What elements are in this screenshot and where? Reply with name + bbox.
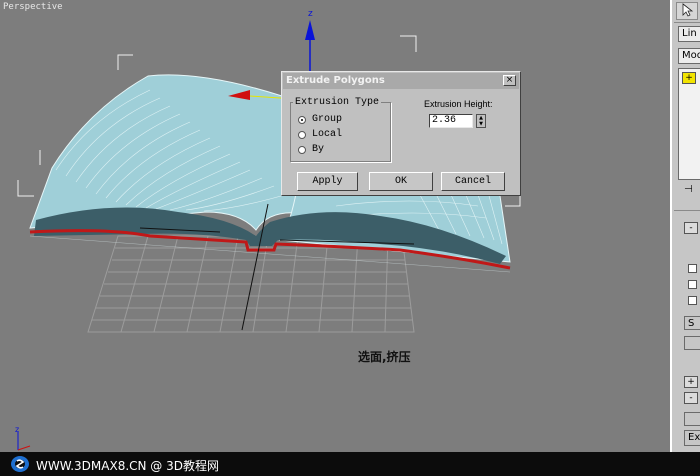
object-name-field[interactable]: Lin: [678, 26, 700, 42]
extrude-polygons-dialog: Extrude Polygons × Extrusion Type Group …: [281, 71, 521, 196]
viewport-label[interactable]: Perspective: [3, 2, 63, 12]
close-icon[interactable]: ×: [503, 75, 516, 86]
modifier-list-dropdown[interactable]: Mod: [678, 48, 700, 64]
dialog-title-bar[interactable]: Extrude Polygons ×: [283, 73, 519, 89]
rollout-minus-icon[interactable]: -: [684, 222, 698, 234]
radio-by-option[interactable]: By: [298, 144, 325, 155]
radio-selected-icon[interactable]: [298, 116, 306, 124]
stack-plus-icon[interactable]: +: [682, 72, 696, 84]
watermark-bar: WWW.3DMAX8.CN @ 3D教程网: [0, 452, 700, 476]
perspective-viewport[interactable]: z z Perspective 选面,挤压 Extrude Polygons ×…: [0, 0, 670, 452]
apply-button[interactable]: Apply: [297, 172, 358, 191]
extrusion-type-label: Extrusion Type: [293, 97, 382, 108]
panel-button[interactable]: [684, 412, 700, 426]
radio-group-label: Group: [312, 114, 343, 125]
selection-button[interactable]: S: [684, 316, 700, 330]
option-checkbox[interactable]: [688, 280, 697, 289]
radio-local-option[interactable]: Local: [298, 129, 343, 140]
panel-divider: [674, 210, 700, 211]
radio-group-option[interactable]: Group: [298, 114, 343, 125]
world-axis-tripod: z: [15, 425, 31, 451]
dialog-title: Extrude Polygons: [286, 75, 385, 86]
option-checkbox[interactable]: [688, 296, 697, 305]
radio-icon[interactable]: [298, 131, 306, 139]
svg-text:z: z: [15, 425, 19, 434]
modifier-stack[interactable]: +: [678, 68, 700, 180]
ok-button[interactable]: OK: [369, 172, 433, 191]
radio-icon[interactable]: [298, 146, 306, 154]
site-logo-icon: [11, 456, 29, 472]
radio-by-label: By: [312, 144, 325, 155]
exit-button[interactable]: Ex: [684, 430, 700, 446]
extrusion-height-label: Extrusion Height:: [424, 99, 493, 109]
pin-stack-icon[interactable]: ⊣: [684, 184, 693, 195]
option-checkbox[interactable]: [688, 264, 697, 273]
panel-divider: [674, 22, 700, 23]
watermark-text: WWW.3DMAX8.CN @ 3D教程网: [36, 459, 220, 473]
spinner-icon[interactable]: ▲ ▼: [476, 114, 486, 128]
arrow-icon: [682, 3, 694, 17]
viewport-scene: z z: [15, 9, 521, 451]
select-tool-icon[interactable]: [676, 2, 698, 20]
rollout-minus-icon[interactable]: -: [684, 392, 698, 404]
command-panel: Lin Mod + ⊣ - S + - Ex: [670, 0, 700, 452]
panel-button[interactable]: [684, 336, 700, 350]
rollout-plus-icon[interactable]: +: [684, 376, 698, 388]
cancel-button[interactable]: Cancel: [441, 172, 505, 191]
z-axis-label: z: [308, 9, 313, 19]
extrusion-height-input[interactable]: 2.36: [429, 114, 473, 128]
radio-local-label: Local: [312, 129, 343, 140]
tutorial-caption: 选面,挤压: [358, 350, 411, 364]
